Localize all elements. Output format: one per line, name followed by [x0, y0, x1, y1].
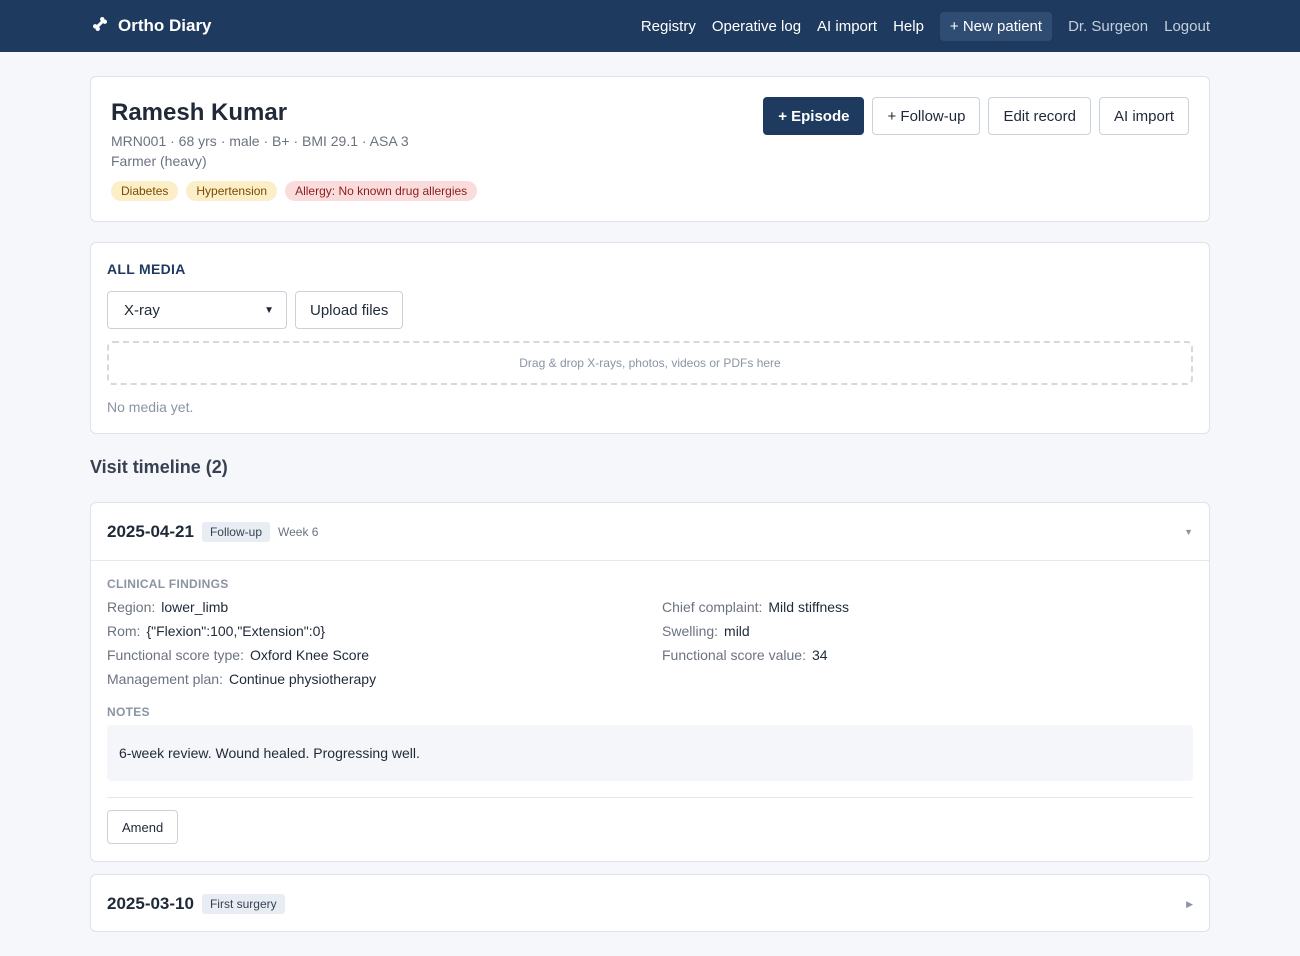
clinical-findings-label: CLINICAL FINDINGS: [107, 577, 229, 591]
collapse-icon[interactable]: ▼: [1184, 527, 1193, 537]
tag-allergy: Allergy: No known drug allergies: [285, 181, 478, 201]
visit-week: Week 6: [278, 524, 319, 539]
nav-registry[interactable]: Registry: [641, 18, 696, 35]
visit-header[interactable]: 2025-04-21 Follow-up Week 6 ▼: [91, 503, 1209, 561]
patient-occupation: Farmer (heavy): [111, 153, 207, 169]
chevron-down-icon: ▼: [264, 304, 274, 316]
patient-actions: + Episode + Follow-up Edit record AI imp…: [763, 97, 1189, 135]
finding-swelling: Swelling: mild: [662, 623, 750, 639]
visit-card: 2025-04-21 Follow-up Week 6 ▼ CLINICAL F…: [90, 502, 1210, 862]
media-type-value: X-ray: [124, 301, 160, 319]
tag-diabetes: Diabetes: [111, 181, 179, 201]
add-follow-up-button[interactable]: + Follow-up: [872, 97, 981, 135]
media-empty-text: No media yet.: [107, 399, 194, 415]
media-card: ALL MEDIA X-ray ▼ Upload files Drag & dr…: [90, 242, 1210, 434]
finding-management-plan: Management plan: Continue physiotherapy: [107, 671, 377, 687]
timeline-heading: Visit timeline (2): [90, 457, 228, 477]
nav-operative-log[interactable]: Operative log: [712, 18, 801, 35]
top-navbar: Ortho Diary Registry Operative log AI im…: [0, 0, 1300, 52]
amend-button[interactable]: Amend: [107, 810, 179, 844]
finding-region: Region: lower_limb: [107, 599, 229, 615]
media-type-select[interactable]: X-ray ▼: [107, 291, 287, 329]
patient-meta: MRN001 · 68 yrs · male · B+ · BMI 29.1 ·…: [111, 133, 409, 149]
visit-header[interactable]: 2025-03-10 First surgery ▶: [91, 875, 1209, 933]
ai-import-button[interactable]: AI import: [1098, 97, 1189, 135]
media-drop-zone[interactable]: Drag & drop X-rays, photos, videos or PD…: [107, 341, 1193, 385]
finding-score-value: Functional score value: 34: [662, 647, 828, 663]
notes-label: NOTES: [107, 705, 150, 719]
media-title: ALL MEDIA: [107, 261, 186, 277]
edit-record-button[interactable]: Edit record: [988, 97, 1091, 135]
expand-icon[interactable]: ▶: [1186, 899, 1193, 910]
visit-date: 2025-04-21: [107, 521, 194, 541]
logout-link[interactable]: Logout: [1164, 18, 1210, 35]
visit-type-badge: Follow-up: [201, 521, 270, 542]
condition-tags: Diabetes Hypertension Allergy: No known …: [111, 181, 1189, 201]
visit-date: 2025-03-10: [107, 894, 194, 913]
main-nav: Registry Operative log AI import Help + …: [641, 11, 1210, 41]
add-episode-button[interactable]: + Episode: [763, 97, 865, 135]
finding-chief-complaint: Chief complaint: Mild stiffness: [662, 599, 850, 615]
nav-ai-import[interactable]: AI import: [817, 18, 877, 35]
findings-grid: Region: lower_limb Chief complaint: Mild s…: [107, 599, 1193, 687]
brand-name: Ortho Diary: [118, 16, 212, 35]
divider: [107, 797, 1193, 798]
user-name[interactable]: Dr. Surgeon: [1068, 18, 1148, 35]
visit-type-badge: First surgery: [201, 894, 285, 914]
brand[interactable]: Ortho Diary: [90, 14, 212, 39]
bone-icon: [90, 14, 110, 39]
visit-card: 2025-03-10 First surgery ▶: [90, 874, 1210, 932]
media-controls: X-ray ▼ Upload files: [107, 291, 1193, 329]
upload-files-button[interactable]: Upload files: [295, 291, 404, 329]
visit-notes: 6-week review. Wound healed. Progressing…: [107, 725, 1193, 781]
visit-body: CLINICAL FINDINGS Region: lower_limb Chie…: [91, 561, 1209, 860]
tag-hypertension: Hypertension: [186, 181, 278, 201]
patient-card: Ramesh Kumar MRN001 · 68 yrs · male · B+…: [90, 76, 1210, 222]
new-patient-button[interactable]: + New patient: [939, 11, 1053, 41]
nav-help[interactable]: Help: [893, 18, 924, 35]
finding-rom: Rom: {"Flexion":100,"Extension":0}: [107, 623, 326, 639]
finding-score-type: Functional score type: Oxford Knee Score: [107, 647, 370, 663]
